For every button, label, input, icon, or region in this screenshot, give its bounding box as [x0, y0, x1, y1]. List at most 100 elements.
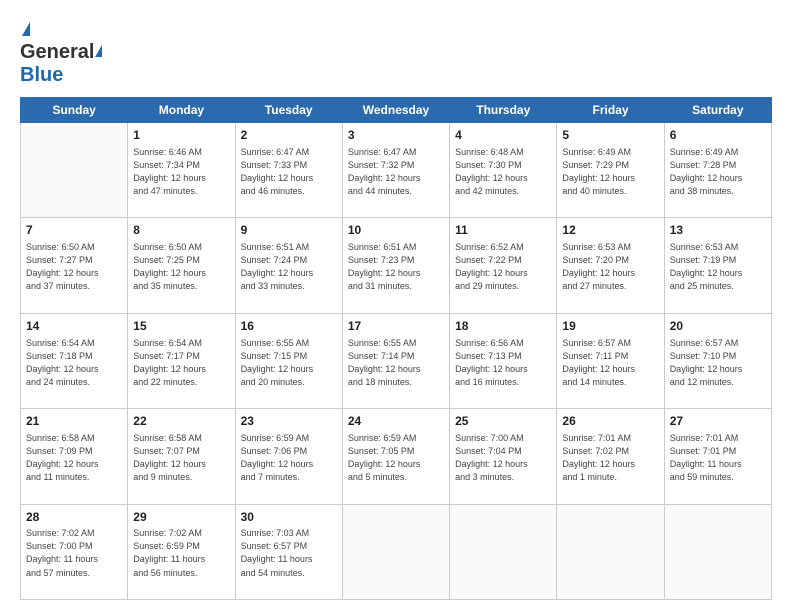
day-info: Sunrise: 6:47 AM Sunset: 7:32 PM Dayligh… [348, 146, 444, 198]
calendar-cell: 11Sunrise: 6:52 AM Sunset: 7:22 PM Dayli… [450, 218, 557, 313]
day-number: 27 [670, 413, 766, 430]
day-number: 8 [133, 222, 229, 239]
day-number: 15 [133, 318, 229, 335]
calendar-cell: 18Sunrise: 6:56 AM Sunset: 7:13 PM Dayli… [450, 313, 557, 408]
day-number: 22 [133, 413, 229, 430]
weekday-header-saturday: Saturday [664, 98, 771, 123]
calendar-week-5: 28Sunrise: 7:02 AM Sunset: 7:00 PM Dayli… [21, 504, 772, 599]
day-info: Sunrise: 6:49 AM Sunset: 7:28 PM Dayligh… [670, 146, 766, 198]
day-number: 7 [26, 222, 122, 239]
day-info: Sunrise: 6:59 AM Sunset: 7:06 PM Dayligh… [241, 432, 337, 484]
calendar-cell: 25 Sunrise: 7:00 AM Sunset: 7:04 PM Dayli… [450, 409, 557, 504]
calendar-cell: 16 Sunrise: 6:55 AM Sunset: 7:15 PM Dayli… [235, 313, 342, 408]
calendar-cell: 28Sunrise: 7:02 AM Sunset: 7:00 PM Dayli… [21, 504, 128, 599]
day-number: 23 [241, 413, 337, 430]
logo-blue-label: Blue [20, 64, 63, 86]
calendar-cell: 5Sunrise: 6:49 AM Sunset: 7:29 PM Daylig… [557, 123, 664, 218]
day-number: 2 [241, 127, 337, 144]
weekday-header-monday: Monday [128, 98, 235, 123]
day-info: Sunrise: 7:02 AM Sunset: 6:59 PM Dayligh… [133, 527, 229, 579]
day-number: 9 [241, 222, 337, 239]
calendar-cell [557, 504, 664, 599]
logo-general-label: General [20, 41, 94, 63]
day-info: Sunrise: 7:02 AM Sunset: 7:00 PM Dayligh… [26, 527, 122, 579]
page: General Blue SundayMondayTuesdayWednesda… [0, 0, 792, 612]
calendar-cell: 27 Sunrise: 7:01 AM Sunset: 7:01 PM Dayli… [664, 409, 771, 504]
day-info: Sunrise: 6:55 AM Sunset: 7:15 PM Dayligh… [241, 337, 337, 389]
day-number: 6 [670, 127, 766, 144]
calendar-week-1: 1 Sunrise: 6:46 AM Sunset: 7:34 PM Daylig… [21, 123, 772, 218]
calendar-cell: 9 Sunrise: 6:51 AM Sunset: 7:24 PM Daylig… [235, 218, 342, 313]
day-number: 12 [562, 222, 658, 239]
weekday-header-row: SundayMondayTuesdayWednesdayThursdayFrid… [21, 98, 772, 123]
day-number: 5 [562, 127, 658, 144]
calendar-cell: 24 Sunrise: 6:59 AM Sunset: 7:05 PM Dayli… [342, 409, 449, 504]
day-info: Sunrise: 7:00 AM Sunset: 7:04 PM Dayligh… [455, 432, 551, 484]
calendar-cell [450, 504, 557, 599]
calendar-cell: 10 Sunrise: 6:51 AM Sunset: 7:23 PM Dayli… [342, 218, 449, 313]
day-info: Sunrise: 7:01 AM Sunset: 7:02 PM Dayligh… [562, 432, 658, 484]
day-info: Sunrise: 6:46 AM Sunset: 7:34 PM Dayligh… [133, 146, 229, 198]
calendar-week-3: 14 Sunrise: 6:54 AM Sunset: 7:18 PM Dayli… [21, 313, 772, 408]
logo-icon [22, 22, 30, 36]
calendar-cell [21, 123, 128, 218]
calendar-cell: 6 Sunrise: 6:49 AM Sunset: 7:28 PM Daylig… [664, 123, 771, 218]
day-number: 4 [455, 127, 551, 144]
day-info: Sunrise: 6:58 AM Sunset: 7:09 PM Dayligh… [26, 432, 122, 484]
weekday-header-wednesday: Wednesday [342, 98, 449, 123]
day-number: 30 [241, 509, 337, 526]
day-info: Sunrise: 6:56 AM Sunset: 7:13 PM Dayligh… [455, 337, 551, 389]
day-info: Sunrise: 6:50 AM Sunset: 7:27 PM Dayligh… [26, 241, 122, 293]
logo: General Blue [20, 18, 103, 87]
day-info: Sunrise: 6:51 AM Sunset: 7:24 PM Dayligh… [241, 241, 337, 293]
calendar-week-4: 21 Sunrise: 6:58 AM Sunset: 7:09 PM Dayli… [21, 409, 772, 504]
day-number: 25 [455, 413, 551, 430]
day-info: Sunrise: 7:01 AM Sunset: 7:01 PM Dayligh… [670, 432, 766, 484]
calendar-cell: 8Sunrise: 6:50 AM Sunset: 7:25 PM Daylig… [128, 218, 235, 313]
day-info: Sunrise: 6:54 AM Sunset: 7:18 PM Dayligh… [26, 337, 122, 389]
calendar-cell: 19Sunrise: 6:57 AM Sunset: 7:11 PM Dayli… [557, 313, 664, 408]
calendar-cell: 14 Sunrise: 6:54 AM Sunset: 7:18 PM Dayli… [21, 313, 128, 408]
day-number: 10 [348, 222, 444, 239]
calendar-cell: 29Sunrise: 7:02 AM Sunset: 6:59 PM Dayli… [128, 504, 235, 599]
day-number: 19 [562, 318, 658, 335]
day-number: 1 [133, 127, 229, 144]
day-number: 21 [26, 413, 122, 430]
calendar-cell [342, 504, 449, 599]
calendar-cell: 4 Sunrise: 6:48 AM Sunset: 7:30 PM Daylig… [450, 123, 557, 218]
day-number: 14 [26, 318, 122, 335]
calendar-cell: 2Sunrise: 6:47 AM Sunset: 7:33 PM Daylig… [235, 123, 342, 218]
day-number: 26 [562, 413, 658, 430]
calendar-cell: 1 Sunrise: 6:46 AM Sunset: 7:34 PM Daylig… [128, 123, 235, 218]
day-info: Sunrise: 6:54 AM Sunset: 7:17 PM Dayligh… [133, 337, 229, 389]
calendar-cell: 13Sunrise: 6:53 AM Sunset: 7:19 PM Dayli… [664, 218, 771, 313]
day-number: 24 [348, 413, 444, 430]
calendar-cell: 17 Sunrise: 6:55 AM Sunset: 7:14 PM Dayli… [342, 313, 449, 408]
day-info: Sunrise: 6:59 AM Sunset: 7:05 PM Dayligh… [348, 432, 444, 484]
day-info: Sunrise: 6:57 AM Sunset: 7:10 PM Dayligh… [670, 337, 766, 389]
day-info: Sunrise: 6:55 AM Sunset: 7:14 PM Dayligh… [348, 337, 444, 389]
day-info: Sunrise: 7:03 AM Sunset: 6:57 PM Dayligh… [241, 527, 337, 579]
weekday-header-friday: Friday [557, 98, 664, 123]
calendar-cell: 7 Sunrise: 6:50 AM Sunset: 7:27 PM Daylig… [21, 218, 128, 313]
weekday-header-tuesday: Tuesday [235, 98, 342, 123]
calendar-cell: 22 Sunrise: 6:58 AM Sunset: 7:07 PM Dayli… [128, 409, 235, 504]
day-info: Sunrise: 6:58 AM Sunset: 7:07 PM Dayligh… [133, 432, 229, 484]
calendar-week-2: 7 Sunrise: 6:50 AM Sunset: 7:27 PM Daylig… [21, 218, 772, 313]
day-number: 13 [670, 222, 766, 239]
calendar-cell: 3Sunrise: 6:47 AM Sunset: 7:32 PM Daylig… [342, 123, 449, 218]
calendar-table: SundayMondayTuesdayWednesdayThursdayFrid… [20, 97, 772, 600]
calendar-cell: 15 Sunrise: 6:54 AM Sunset: 7:17 PM Dayli… [128, 313, 235, 408]
header: General Blue [20, 18, 772, 87]
day-number: 28 [26, 509, 122, 526]
calendar-cell: 12Sunrise: 6:53 AM Sunset: 7:20 PM Dayli… [557, 218, 664, 313]
logo-triangle [95, 45, 102, 57]
day-number: 16 [241, 318, 337, 335]
day-info: Sunrise: 6:51 AM Sunset: 7:23 PM Dayligh… [348, 241, 444, 293]
calendar-cell: 23 Sunrise: 6:59 AM Sunset: 7:06 PM Dayli… [235, 409, 342, 504]
calendar-cell: 26 Sunrise: 7:01 AM Sunset: 7:02 PM Dayli… [557, 409, 664, 504]
day-number: 17 [348, 318, 444, 335]
calendar-cell: 30Sunrise: 7:03 AM Sunset: 6:57 PM Dayli… [235, 504, 342, 599]
weekday-header-thursday: Thursday [450, 98, 557, 123]
day-info: Sunrise: 6:48 AM Sunset: 7:30 PM Dayligh… [455, 146, 551, 198]
